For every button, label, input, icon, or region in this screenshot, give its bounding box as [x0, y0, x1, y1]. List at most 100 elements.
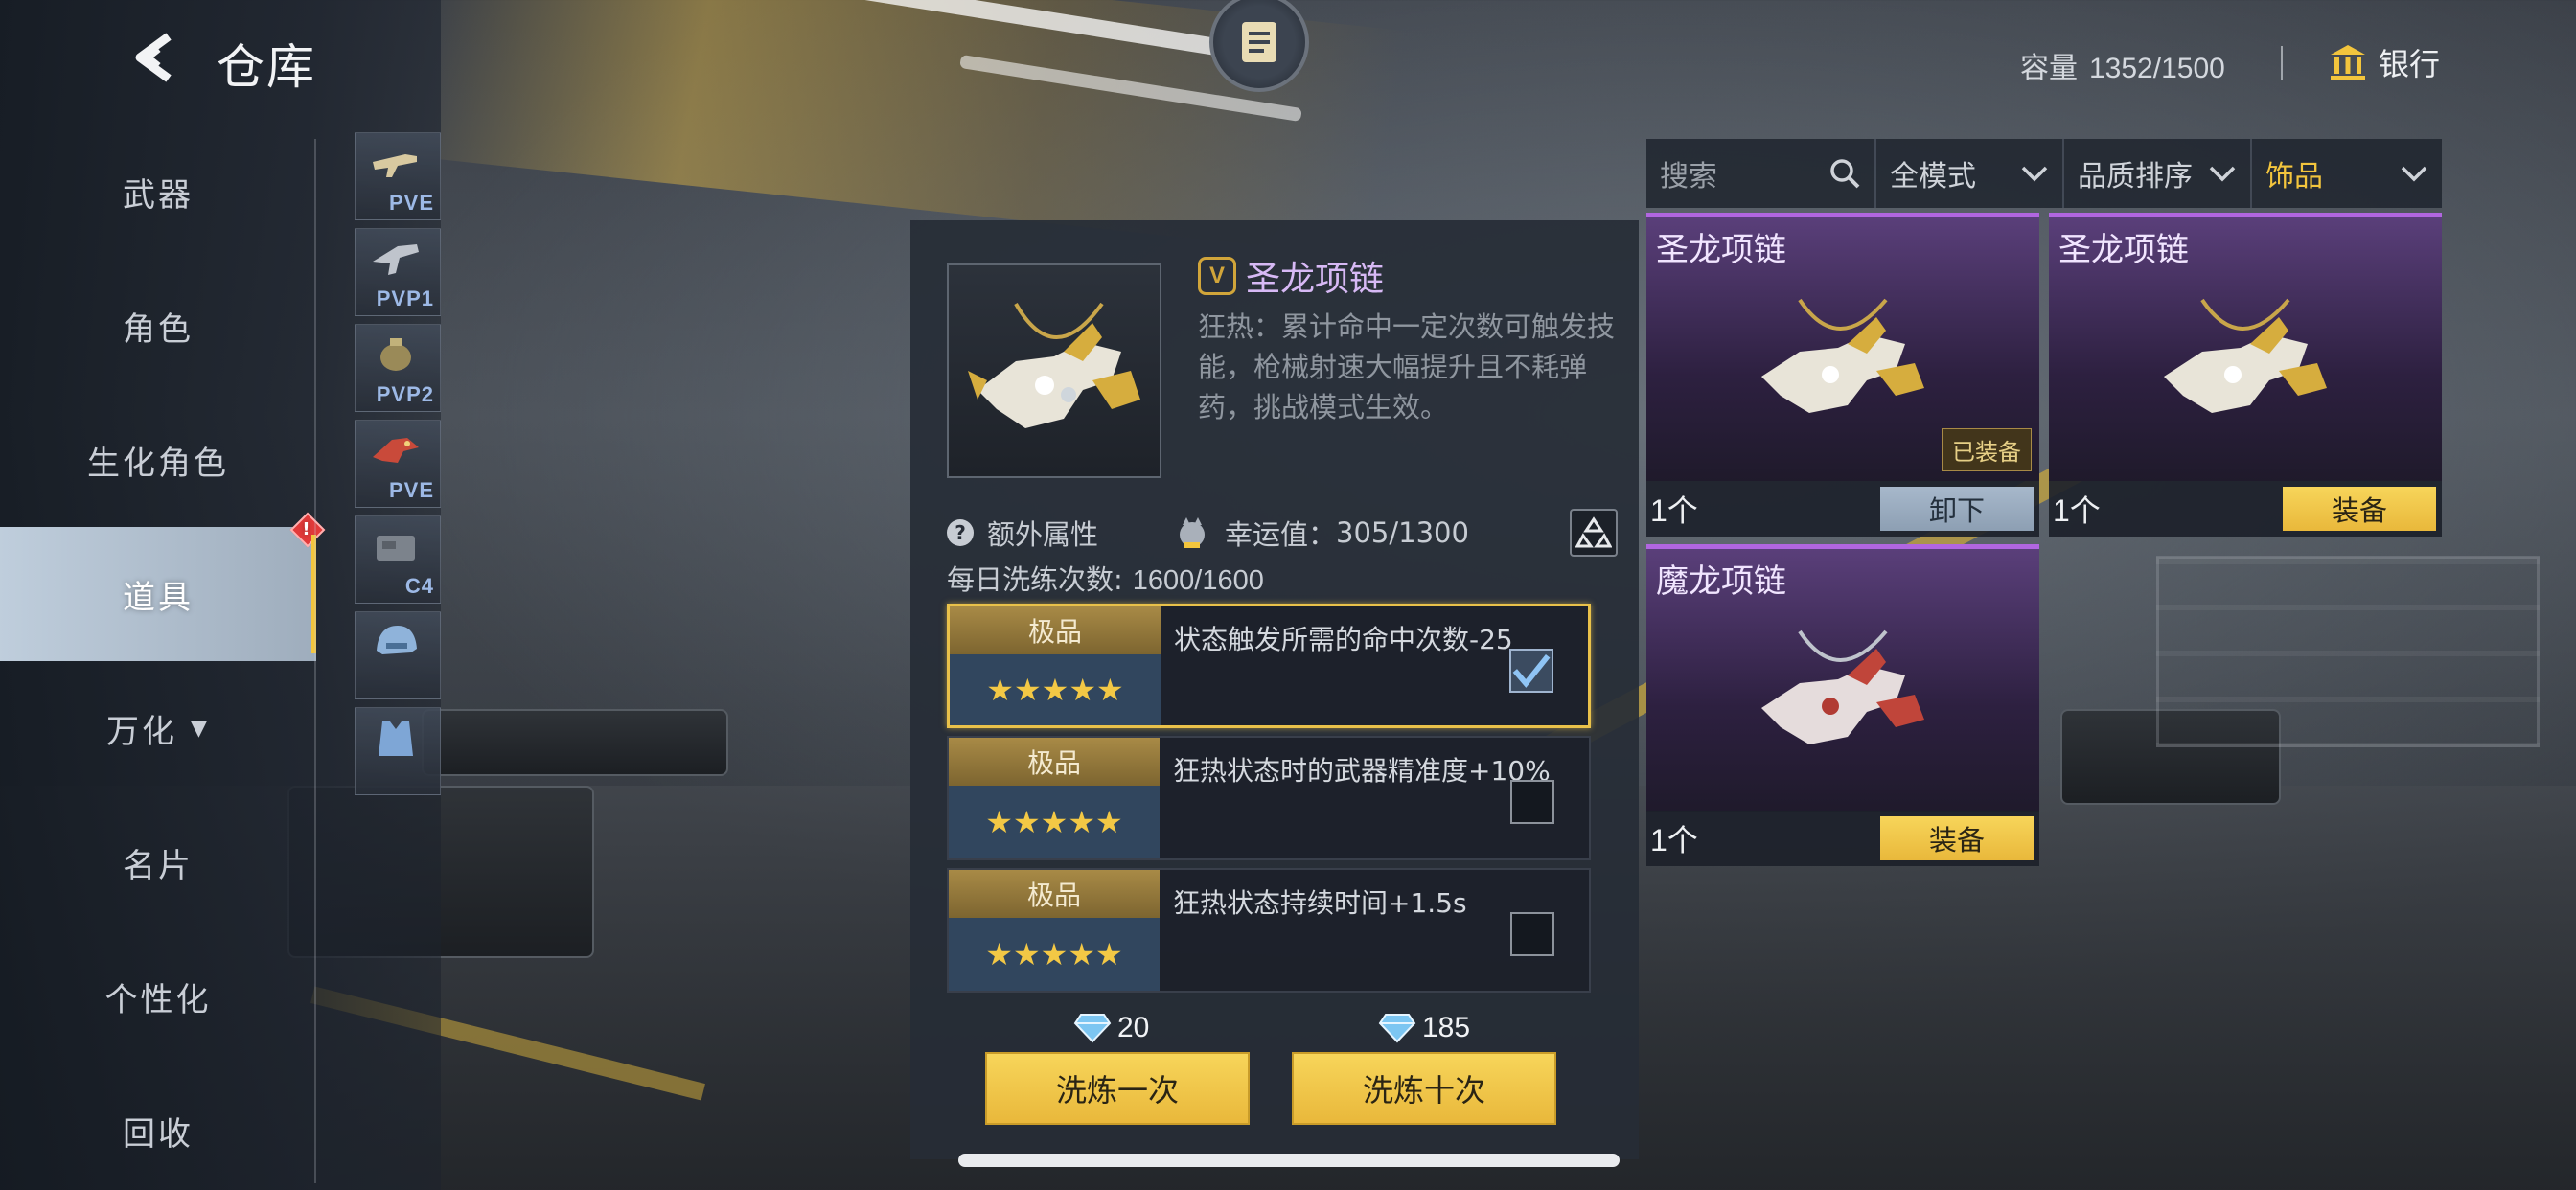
refine-ten-cost: 185 [1378, 1012, 1470, 1044]
capacity-label: 容量 [2020, 52, 2078, 85]
equipped-tag: 已装备 [1942, 428, 2032, 471]
subcategory-tag: PVE [388, 478, 434, 502]
notes-button[interactable] [1209, 0, 1309, 92]
card-title: 圣龙项链 [1656, 231, 1786, 269]
help-icon: ? [947, 519, 974, 546]
daily-label: 每日洗练次数: [947, 563, 1123, 596]
grenade-icon [380, 338, 411, 371]
subcategory-item[interactable]: PVE [355, 420, 441, 508]
inventory-card[interactable]: 圣龙项链 [2049, 213, 2442, 481]
nav-item-characters[interactable]: 角色 [0, 259, 316, 393]
lock-checkbox[interactable] [1510, 912, 1554, 956]
refine-ten-button[interactable]: 洗炼十次 [1292, 1052, 1556, 1125]
refine-attribute-row[interactable]: 极品 ★★★★★ 狂热状态时的武器精准度+10% [947, 736, 1591, 860]
subcategory-item[interactable]: C4 [355, 515, 441, 604]
item-quantity: 1个 [1650, 493, 1698, 528]
grade-label: 极品 [950, 606, 1161, 654]
subcategory-item[interactable] [355, 611, 441, 699]
nav-item-personalize[interactable]: 个性化 [0, 929, 316, 1064]
dragon-necklace-icon [2164, 298, 2327, 413]
back-arrow-icon [135, 33, 172, 82]
card-title: 魔龙项链 [1656, 562, 1786, 601]
mode-dropdown[interactable]: 全模式 [1876, 139, 2064, 208]
page-title: 仓库 [217, 39, 316, 95]
lucky-cat-icon [1180, 517, 1206, 548]
equip-button[interactable]: 装备 [2283, 487, 2436, 531]
card-footer: 1个 装备 [1646, 811, 2039, 866]
unequip-button[interactable]: 卸下 [1880, 487, 2034, 531]
diamond-icon [1073, 1014, 1112, 1043]
notes-icon [1242, 22, 1276, 62]
extra-attributes[interactable]: ? 额外属性 [947, 513, 1098, 553]
subcategory-item[interactable]: PVP2 [355, 324, 441, 412]
subcategory-list: PVE PVP1 PVP2 PVE C4 [355, 132, 441, 803]
equip-button[interactable]: 装备 [1880, 816, 2034, 860]
chevron-down-icon [2209, 166, 2236, 182]
nav-item-zombie-characters[interactable]: 生化角色 [0, 393, 316, 527]
nav-item-transform[interactable]: 万化 ▼ [0, 661, 316, 795]
lock-checkbox[interactable] [1509, 649, 1553, 693]
filter-bar: 搜索 全模式 品质排序 饰品 [1646, 139, 2442, 208]
inventory-card[interactable]: 圣龙项链 已装备 [1646, 213, 2039, 481]
inventory-card[interactable]: 魔龙项链 [1646, 544, 2039, 812]
sort-dropdown[interactable]: 品质排序 [2064, 139, 2252, 208]
category-value: 饰品 [2266, 160, 2323, 194]
background-crate [2060, 709, 2281, 805]
background-shelf [2156, 556, 2540, 747]
star-rating: ★★★★★ [949, 786, 1160, 858]
nav-item-recycle[interactable]: 回收 [0, 1064, 316, 1190]
grade-box: 极品 ★★★★★ [949, 870, 1160, 991]
luck-label: 幸运值： [1225, 518, 1337, 551]
nav-item-label: 回收 [123, 1114, 194, 1154]
dragon-necklace-icon [968, 302, 1140, 428]
chevron-down-icon [2401, 166, 2427, 182]
attribute-row: ? 额外属性 幸运值： 305/1300 [947, 504, 1618, 561]
item-detail-panel: V 圣龙项链 狂热：累计命中一定次数可触发技能，枪械射速大幅提升且不耗弹药，挑战… [910, 220, 1639, 1159]
nav-item-label: 名片 [123, 846, 194, 885]
subcategory-item[interactable]: PVE [355, 132, 441, 220]
subcategory-item[interactable]: PVP1 [355, 228, 441, 316]
cost-value: 185 [1422, 1012, 1471, 1043]
refine-attribute-row[interactable]: 极品 ★★★★★ 狂热状态持续时间+1.5s [947, 868, 1591, 993]
nav-item-label: 万化 [106, 712, 178, 751]
dragon-necklace-icon [1761, 298, 1924, 413]
nav-item-label: 武器 [123, 175, 194, 215]
refine-attribute-row[interactable]: 极品 ★★★★★ 状态触发所需的命中次数-25 [947, 604, 1591, 728]
back-button[interactable] [125, 27, 182, 88]
bank-label: 银行 [2379, 46, 2441, 82]
extra-attributes-label: 额外属性 [987, 518, 1099, 551]
lock-checkbox[interactable] [1510, 780, 1554, 824]
gun-icon [373, 154, 417, 177]
nav-item-cards[interactable]: 名片 [0, 795, 316, 929]
diamond-icon [1378, 1014, 1416, 1043]
category-dropdown[interactable]: 饰品 [2252, 139, 2442, 208]
search-placeholder: 搜索 [1660, 160, 1717, 194]
mode-value: 全模式 [1890, 160, 1976, 194]
recycle-icon [1576, 516, 1612, 548]
nav-item-weapons[interactable]: 武器 [0, 125, 316, 259]
subcategory-item[interactable] [355, 707, 441, 795]
star-rating: ★★★★★ [949, 918, 1160, 991]
c4-icon [377, 536, 415, 561]
nav-item-props[interactable]: 道具 ! [0, 512, 326, 661]
bank-button[interactable]: 银行 [2329, 38, 2440, 86]
refine-once-button[interactable]: 洗炼一次 [985, 1052, 1250, 1125]
grade-label: 极品 [949, 738, 1160, 786]
nav-divider [314, 139, 316, 1183]
left-panel: 仓库 武器 角色 生化角色 道具 ! 万化 ▼ 名片 个性化 回收 PVE PV… [0, 0, 441, 1190]
daily-value: 1600/1600 [1132, 565, 1264, 596]
capacity-value: 1352/1500 [2089, 53, 2225, 84]
recycle-button[interactable] [1570, 509, 1618, 557]
card-title: 圣龙项链 [2058, 231, 2189, 269]
home-indicator [958, 1154, 1620, 1167]
subcategory-tag: C4 [404, 574, 434, 598]
luck-display: 幸运值： 305/1300 [1175, 513, 1469, 553]
search-input[interactable]: 搜索 [1646, 139, 1876, 208]
card-footer: 1个 装备 [2049, 481, 2442, 537]
refine-attribute-list: 极品 ★★★★★ 状态触发所需的命中次数-25 极品 ★★★★★ 狂热状态时的武… [947, 604, 1591, 1000]
background-light [787, 0, 1283, 66]
cost-value: 20 [1117, 1012, 1150, 1043]
item-name: V 圣龙项链 [1198, 251, 1384, 301]
item-name-text: 圣龙项链 [1246, 260, 1385, 299]
nav-item-label: 生化角色 [87, 444, 229, 483]
